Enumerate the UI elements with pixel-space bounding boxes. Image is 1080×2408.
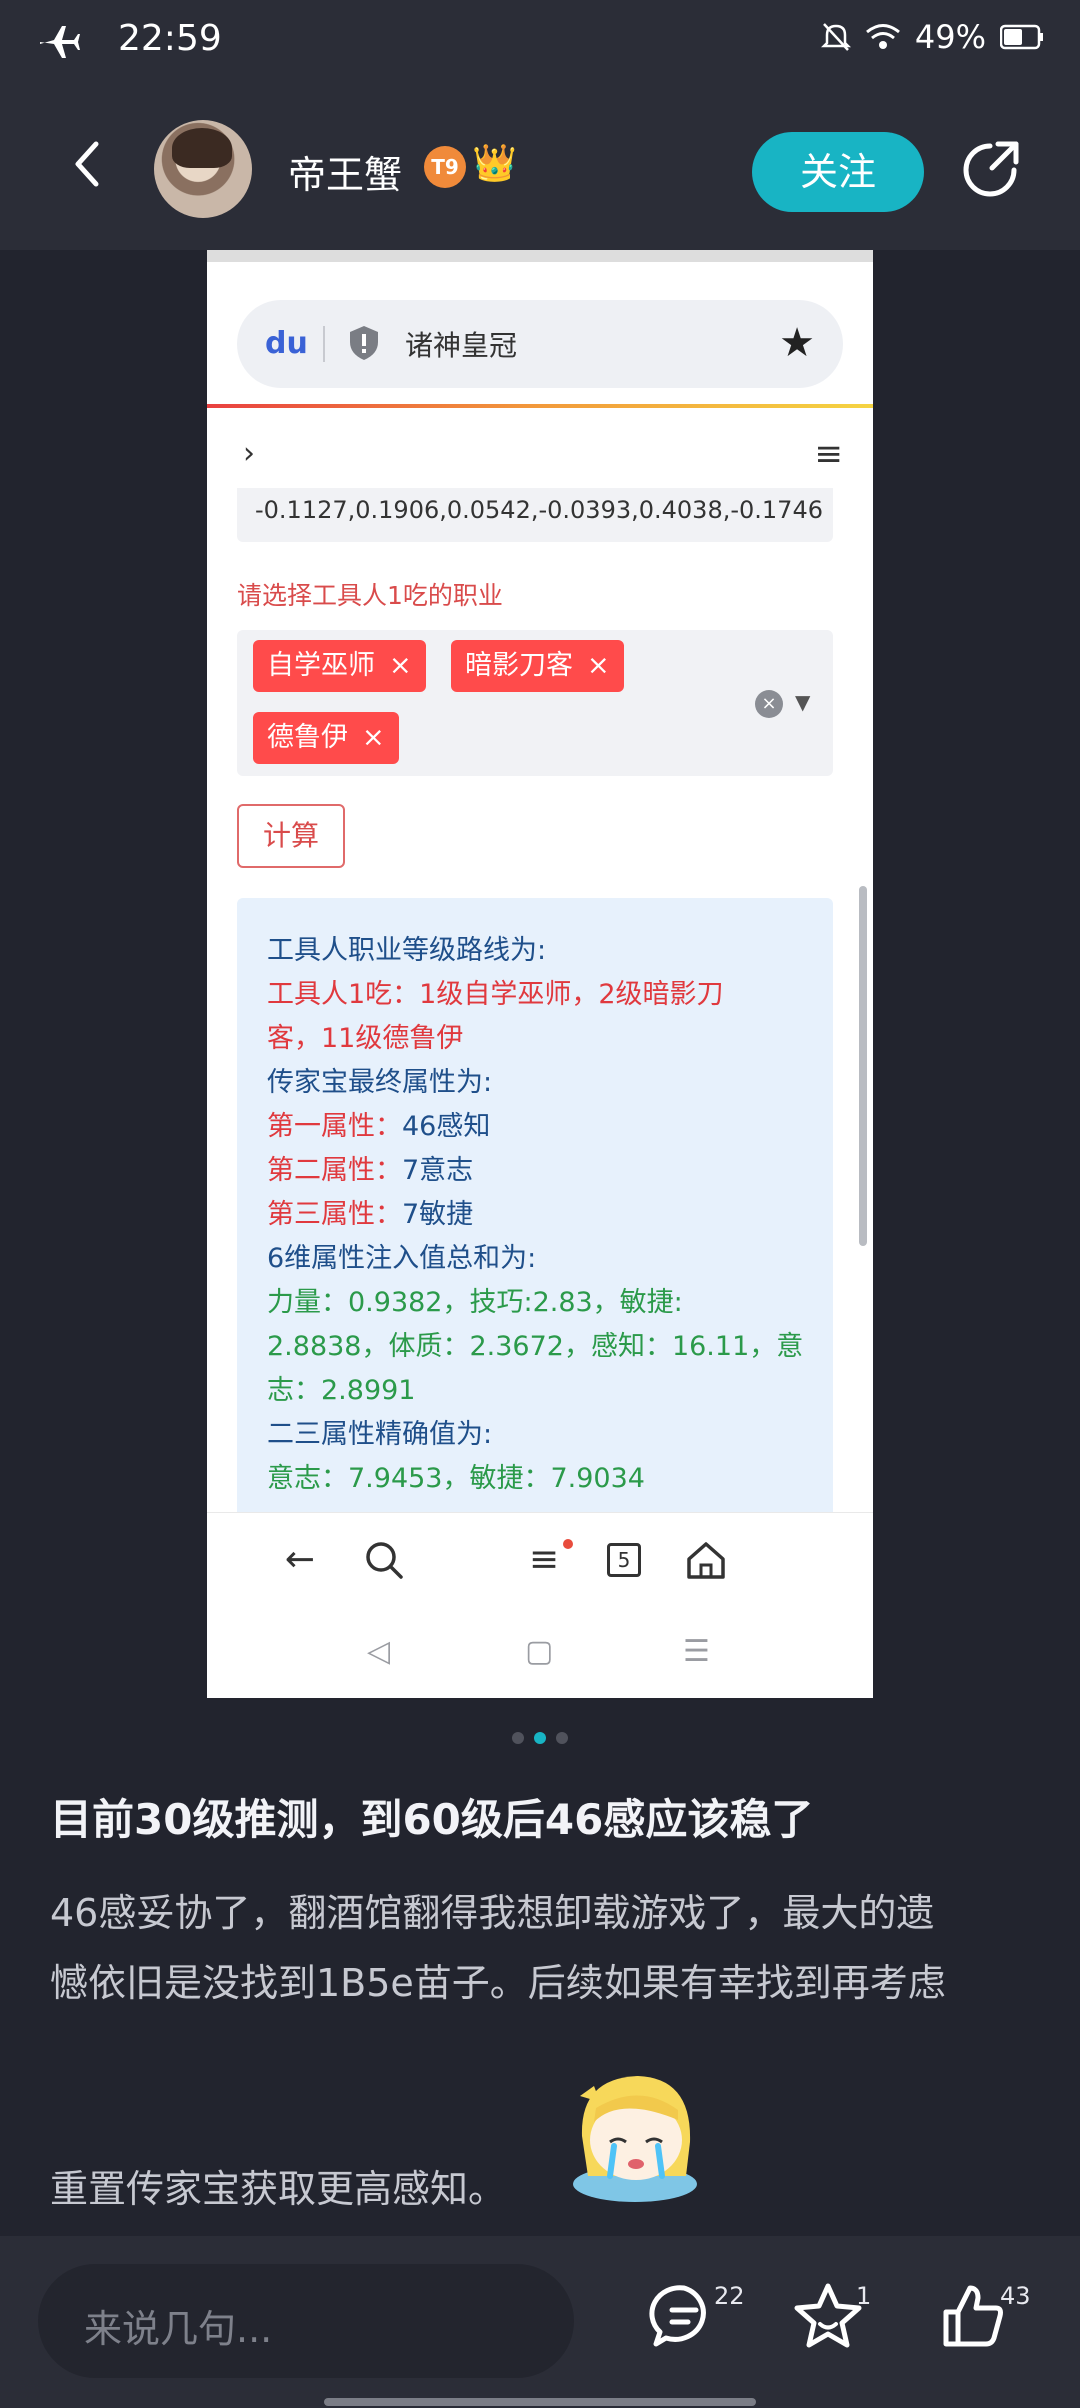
comments-count: 22: [714, 2282, 745, 2310]
result-line: 6维属性注入值总和为:: [267, 1243, 537, 1274]
post-body-line: 重置传家宝获取更高感知。: [50, 2167, 507, 2211]
battery-percent: 49%: [914, 18, 986, 56]
result-line: 工具人1吃：1级自学巫师，2级暗影刀: [267, 979, 724, 1010]
menu-icon: ≡: [528, 1539, 560, 1580]
result-line: 第三属性：7敏捷: [267, 1199, 474, 1230]
code-values: -0.1127,0.1906,0.0542,-0.0393,0.4038,-0.…: [255, 496, 823, 524]
battery-icon: [1000, 24, 1043, 50]
select-label: 请选择工具人1吃的职业: [237, 581, 503, 610]
shield-icon: [350, 326, 378, 360]
browser-url-bar: du 诸神皇冠 ★: [237, 300, 843, 388]
result-line: 第一属性：46感知: [267, 1111, 491, 1142]
airplane-icon: [40, 26, 80, 58]
scrollbar: [859, 886, 867, 1246]
star-icon: ★: [779, 320, 815, 366]
search-icon: [366, 1542, 403, 1579]
avatar[interactable]: [154, 120, 252, 218]
post-body-line: 憾依旧是没找到1B5e苗子。后续如果有幸找到再考虑: [50, 1961, 946, 2005]
menu-icon: ≡: [814, 434, 844, 474]
page-title: 诸神皇冠: [405, 329, 518, 362]
chevron-down-icon: ▼: [795, 690, 811, 714]
carousel-dot-active: [534, 1732, 546, 1744]
result-line: 客，11级德鲁伊: [267, 1023, 464, 1054]
tabs-icon: 5: [599, 1535, 649, 1585]
remove-icon: ×: [389, 650, 412, 681]
chevron-right-icon: ›: [243, 436, 255, 471]
post-title: 目前30级推测，到60级后46感应该稳了: [50, 1795, 814, 1844]
back-arrow-icon[interactable]: [60, 134, 120, 194]
gesture-bar: [324, 2398, 756, 2406]
calculate-button: 计算: [237, 804, 345, 868]
tag-chip: 德鲁伊 ×: [253, 712, 399, 764]
post-body-line: 46感妥协了，翻酒馆翻得我想卸载游戏了，最大的遗: [50, 1891, 935, 1935]
likes-count: 43: [1000, 2282, 1031, 2310]
tag-chip: 自学巫师 ×: [253, 640, 426, 692]
crying-girl-sticker: [573, 2076, 697, 2202]
bottom-action-bar: 来说几句... 22 1 43: [0, 2236, 1080, 2408]
comment-icon[interactable]: [644, 2276, 724, 2356]
post-image[interactable]: du 诸神皇冠 ★ › ≡ -0.1127,0.1906,0.0542,-0.0…: [207, 250, 873, 1698]
level-badge: T9: [424, 146, 466, 188]
square-home-icon: ▢: [525, 1634, 554, 1669]
system-nav-bar: ◁ ▢ ☰: [207, 1608, 873, 1698]
result-line: 第二属性：7意志: [267, 1155, 474, 1186]
post-header: 帝王蟹 T9 👑 关注: [0, 84, 1080, 250]
status-bar: 22:59 49%: [0, 0, 1080, 84]
follow-button[interactable]: 关注: [752, 132, 924, 212]
remove-icon: ×: [587, 650, 610, 681]
tag-chip: 暗影刀客 ×: [451, 640, 624, 692]
baidu-paw-icon: du: [265, 326, 308, 361]
multiselect: 自学巫师 × 暗影刀客 × 德鲁伊 × × ▼: [237, 630, 833, 776]
home-icon: [687, 1542, 725, 1579]
code-values-box: -0.1127,0.1906,0.0542,-0.0393,0.4038,-0.…: [237, 488, 833, 542]
result-line: 二三属性精确值为:: [267, 1419, 493, 1450]
clear-icon: ×: [755, 690, 783, 718]
result-line: 2.8838，体质：2.3672，感知：16.11，意: [267, 1331, 804, 1362]
result-line: 力量：0.9382，技巧:2.83，敏捷:: [267, 1287, 683, 1318]
mute-bell-icon: [820, 23, 851, 51]
favorites-count: 1: [856, 2282, 872, 2310]
page-toolbar: › ≡: [207, 420, 873, 490]
carousel-dot: [556, 1732, 568, 1744]
recents-icon: ☰: [683, 1634, 710, 1669]
crown-icon: 👑: [472, 143, 517, 184]
username[interactable]: 帝王蟹: [288, 144, 402, 199]
comment-placeholder: 来说几句...: [84, 2307, 273, 2351]
remove-icon: ×: [362, 722, 385, 753]
triangle-back-icon: ◁: [367, 1634, 391, 1669]
result-line: 意志：7.9453，敏捷：7.9034: [267, 1463, 645, 1494]
notification-dot: [563, 1539, 573, 1549]
result-line: 志：2.8991: [267, 1375, 416, 1406]
wifi-icon: [865, 24, 900, 49]
clock: 22:59: [118, 18, 222, 59]
result-line: 传家宝最终属性为:: [267, 1067, 493, 1098]
result-line: 工具人职业等级路线为:: [267, 935, 547, 966]
result-panel: 工具人职业等级路线为: 工具人1吃：1级自学巫师，2级暗影刀 客，11级德鲁伊 …: [237, 898, 833, 1518]
carousel-indicator: [512, 1732, 568, 1744]
comment-input[interactable]: 来说几句...: [38, 2264, 574, 2378]
share-icon[interactable]: [956, 134, 1026, 204]
back-icon: ←: [284, 1539, 316, 1580]
cropped-status-bar: [207, 250, 873, 262]
carousel-dot: [512, 1732, 524, 1744]
load-progress-bar: [207, 404, 873, 408]
browser-bottom-nav: ← ≡ 5: [207, 1512, 873, 1608]
